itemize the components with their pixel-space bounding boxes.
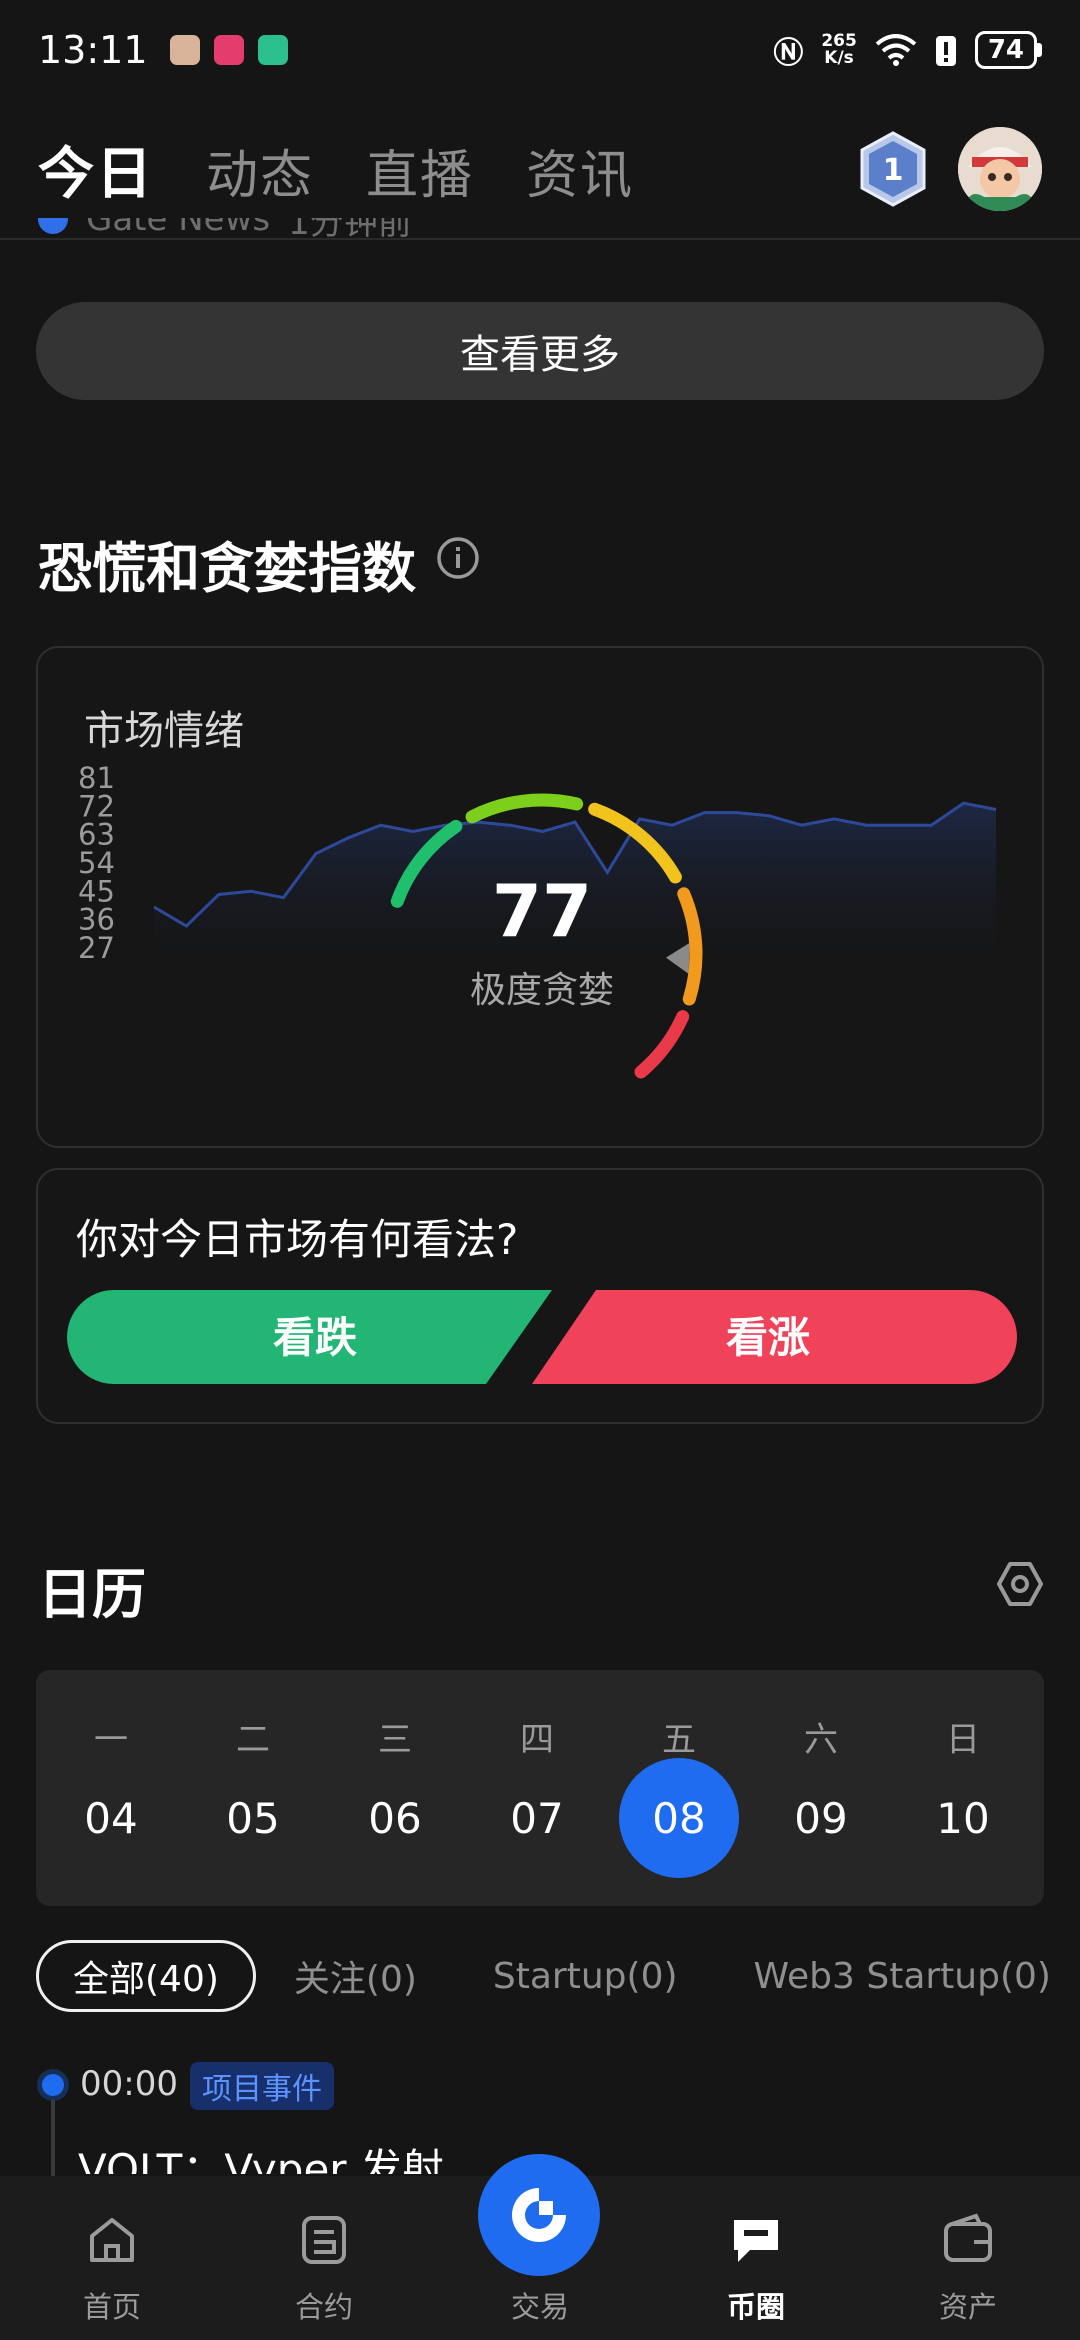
filter-startup[interactable]: Startup(0) [455,1940,716,2012]
y-tick-label: 27 [78,931,115,965]
filter-web3-startup[interactable]: Web3 Startup(0) [716,1940,1080,2012]
svg-text:1: 1 [883,153,904,188]
event-time: 00:00 [80,2064,178,2104]
calendar-title: 日历 [38,1563,146,1626]
futures-icon [302,2216,346,2264]
calendar-day[interactable]: 三 06 [324,1670,466,1906]
date-label: 04 [84,1793,138,1843]
date-label: 10 [936,1793,990,1843]
event-title[interactable]: VOLT：Vyper 发射 [78,2138,444,2174]
calendar-day[interactable]: 六 09 [750,1670,892,1906]
tab-news[interactable]: 资讯 [526,133,634,208]
weekday-label: 一 [94,1720,128,1760]
notification-icons [169,35,288,65]
app-notification-icon [169,35,200,65]
tab-feed[interactable]: 动态 [206,133,314,208]
weekday-label: 五 [662,1720,696,1760]
status-bar: 13:11 Ⓝ 265 K/s 74 [0,0,1080,100]
nfc-icon: Ⓝ [773,36,804,71]
network-speed: 265 K/s [821,31,857,68]
nav-assets-label: 资产 [938,2290,997,2324]
weekday-label: 三 [378,1720,412,1760]
event-tag: 项目事件 [190,2062,334,2110]
weekday-label: 二 [236,1720,270,1760]
calendar-day[interactable]: 一 04 [40,1670,182,1906]
nav-trade-label: 交易 [510,2290,569,2324]
settings-icon[interactable] [996,1560,1044,1608]
news-source-icon [38,218,68,234]
fear-greed-label: 极度贪婪 [470,970,614,1011]
nav-community-label: 币圈 [726,2290,785,2324]
info-icon[interactable] [436,536,480,580]
date-label: 07 [510,1793,564,1843]
news-source: Gate News [86,218,271,239]
sentiment-chart: 81726354453627 77 极度贪婪 [78,761,997,1079]
bottom-nav: 首页 合约 交易 币圈 资产 [0,2154,1080,2340]
tab-live[interactable]: 直播 [366,133,474,208]
calendar-day[interactable]: 日 10 [892,1670,1034,1906]
nav-assets[interactable]: 资产 [860,2176,1076,2340]
calendar-day[interactable]: 二 05 [182,1670,324,1906]
event-filter-chips: 全部(40) 关注(0) Startup(0) Web3 Startup(0) … [36,1940,1080,2012]
vote-buttons: 看跌 看涨 [67,1290,1017,1384]
trade-button[interactable] [478,2154,600,2276]
calendar-day[interactable]: 四 07 [466,1670,608,1906]
chat-icon [734,2220,778,2262]
gate-logo-icon [512,2188,566,2242]
vote-bear-label: 看跌 [273,1313,357,1362]
date-label: 06 [368,1793,422,1843]
gauge-segment [634,1010,690,1079]
app-notification-icon [213,35,244,65]
timeline-dot [42,2074,64,2096]
battery-indicator: 74 [974,31,1042,69]
nav-futures-label: 合约 [294,2290,353,2324]
top-tabs: 今日 动态 直播 资讯 [38,129,634,210]
news-source-line: Gate News 1分钟前 [38,218,412,240]
filter-all[interactable]: 全部(40) [36,1940,256,2012]
see-more-button[interactable]: 查看更多 [36,302,1044,400]
news-time: 1分钟前 [288,218,412,240]
alert-battery-icon [935,36,956,66]
wallet-icon [944,2213,992,2262]
level-badge-icon[interactable]: 1 [858,131,928,207]
avatar[interactable] [958,127,1042,211]
gauge-segment [465,793,584,824]
wifi-icon [875,34,917,66]
date-label: 05 [226,1793,280,1843]
market-sentiment-card: 市场情绪 81 72 63 54 45 36 27 77 极度贪婪 [36,646,1044,1148]
nav-home-label: 首页 [82,2290,141,2324]
filter-following[interactable]: 关注(0) [256,1940,455,2012]
weekday-label: 六 [804,1720,838,1760]
date-label: 08 [619,1758,739,1878]
vote-bull-label: 看涨 [726,1313,810,1362]
clock: 13:11 [38,28,148,72]
market-vote-card: 你对今日市场有何看法? 看跌 看涨 [36,1168,1044,1424]
nav-futures[interactable]: 合约 [216,2176,432,2340]
tab-today[interactable]: 今日 [38,129,154,210]
calendar-day-selected[interactable]: 五 08 [608,1670,750,1906]
weekday-label: 四 [520,1720,554,1760]
weekday-label: 日 [946,1720,980,1760]
fear-greed-value: 77 [492,869,592,953]
home-icon [90,2218,134,2262]
date-label: 09 [794,1793,848,1843]
timeline-line [51,2100,55,2180]
app-notification-icon [257,35,288,65]
nav-community[interactable]: 币圈 [648,2176,864,2340]
nav-home[interactable]: 首页 [4,2176,220,2340]
week-calendar: 一 04 二 05 三 06 四 07 五 08 六 09 日 10 [36,1670,1044,1906]
fear-greed-title: 恐慌和贪婪指数 [38,537,416,600]
